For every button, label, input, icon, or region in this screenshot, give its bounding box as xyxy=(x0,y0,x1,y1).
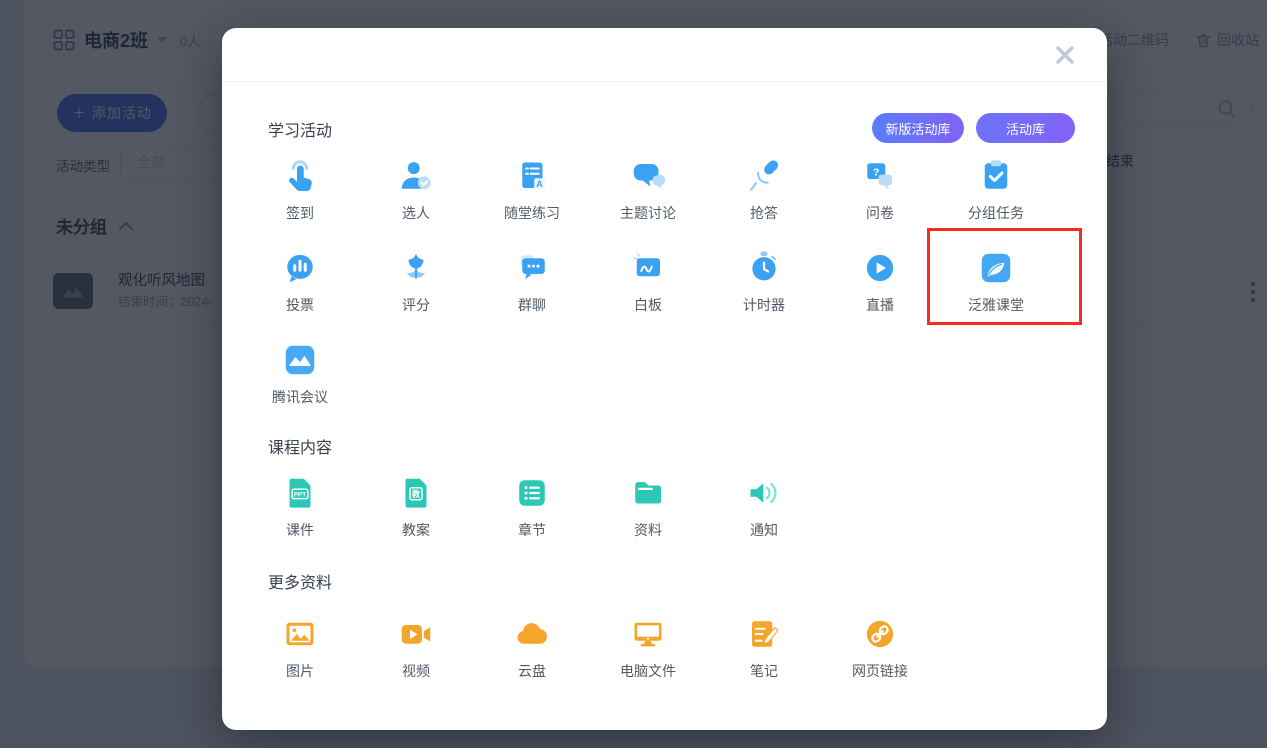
fanya-classroom-icon xyxy=(978,250,1014,286)
item-label: 泛雅课堂 xyxy=(968,295,1024,315)
item-label: 图片 xyxy=(286,661,314,681)
item-group-task[interactable]: 分组任务 xyxy=(938,158,1054,250)
item-label: 随堂练习 xyxy=(504,203,560,223)
item-label: 群聊 xyxy=(518,295,546,315)
whiteboard-icon xyxy=(630,250,666,286)
item-group-chat[interactable]: 群聊 xyxy=(474,250,590,342)
svg-text:?: ? xyxy=(873,166,879,178)
new-activity-library-button[interactable]: 新版活动库 xyxy=(872,113,964,143)
item-vote[interactable]: 投票 xyxy=(242,250,358,342)
item-label: 主题讨论 xyxy=(620,203,676,223)
notice-speaker-icon xyxy=(746,475,782,511)
microphone-icon xyxy=(746,158,782,194)
group-task-icon xyxy=(978,158,1014,194)
item-label: 通知 xyxy=(750,520,778,540)
item-courseware[interactable]: PPT 课件 xyxy=(242,475,358,567)
item-discussion[interactable]: 主题讨论 xyxy=(590,158,706,250)
image-icon xyxy=(282,616,318,652)
note-icon xyxy=(746,616,782,652)
exercise-icon: A xyxy=(514,158,550,194)
web-link-icon xyxy=(862,616,898,652)
item-survey[interactable]: ? 问卷 xyxy=(822,158,938,250)
item-label: 资料 xyxy=(634,520,662,540)
item-label: 直播 xyxy=(866,295,894,315)
item-pick-person[interactable]: 选人 xyxy=(358,158,474,250)
item-note[interactable]: 笔记 xyxy=(706,616,822,708)
tencent-meeting-icon xyxy=(282,342,318,378)
section-title-learning-activities: 学习活动 xyxy=(268,117,332,141)
item-label: 章节 xyxy=(518,520,546,540)
item-image[interactable]: 图片 xyxy=(242,616,358,708)
item-tencent-meeting[interactable]: 腾讯会议 xyxy=(242,342,358,434)
item-label: 课件 xyxy=(286,520,314,540)
svg-text:A: A xyxy=(536,179,543,189)
item-sign-in[interactable]: 签到 xyxy=(242,158,358,250)
modal-header xyxy=(222,28,1107,82)
item-label: 投票 xyxy=(286,295,314,315)
item-label: 问卷 xyxy=(866,203,894,223)
item-label: 教案 xyxy=(402,520,430,540)
item-quick-answer[interactable]: 抢答 xyxy=(706,158,822,250)
rating-flower-icon xyxy=(398,250,434,286)
video-camera-icon xyxy=(398,616,434,652)
svg-text:PPT: PPT xyxy=(294,492,306,499)
computer-monitor-icon xyxy=(630,616,666,652)
item-rating[interactable]: 评分 xyxy=(358,250,474,342)
item-label: 电脑文件 xyxy=(620,661,676,681)
courseware-ppt-icon: PPT xyxy=(282,475,318,511)
screen: 电商2班 0人 活动二维码 回收站 ＋ 添加活动 xyxy=(0,0,1267,748)
cloud-icon xyxy=(514,616,550,652)
item-label: 笔记 xyxy=(750,661,778,681)
item-video[interactable]: 视频 xyxy=(358,616,474,708)
item-web-link[interactable]: 网页链接 xyxy=(822,616,938,708)
item-label: 视频 xyxy=(402,661,430,681)
item-computer-file[interactable]: 电脑文件 xyxy=(590,616,706,708)
item-label: 计时器 xyxy=(743,295,785,315)
section-title-more-materials: 更多资料 xyxy=(268,569,332,593)
learning-activities-grid: 签到 选人 xyxy=(242,158,1054,434)
item-label: 选人 xyxy=(402,203,430,223)
item-cloud-disk[interactable]: 云盘 xyxy=(474,616,590,708)
item-label: 评分 xyxy=(402,295,430,315)
item-chapters[interactable]: 章节 xyxy=(474,475,590,567)
timer-icon xyxy=(746,250,782,286)
item-label: 白板 xyxy=(634,295,662,315)
item-lesson-plan[interactable]: 教 教案 xyxy=(358,475,474,567)
materials-folder-icon xyxy=(630,475,666,511)
item-whiteboard[interactable]: 白板 xyxy=(590,250,706,342)
vote-icon xyxy=(282,250,318,286)
discussion-icon xyxy=(630,158,666,194)
live-play-icon xyxy=(862,250,898,286)
item-label: 腾讯会议 xyxy=(272,387,328,407)
item-label: 签到 xyxy=(286,203,314,223)
item-live[interactable]: 直播 xyxy=(822,250,938,342)
item-label: 云盘 xyxy=(518,661,546,681)
chapters-list-icon xyxy=(514,475,550,511)
item-materials[interactable]: 资料 xyxy=(590,475,706,567)
add-activity-modal: 学习活动 新版活动库 活动库 签到 xyxy=(222,28,1107,730)
lesson-plan-icon: 教 xyxy=(398,475,434,511)
item-label: 分组任务 xyxy=(968,203,1024,223)
course-content-grid: PPT 课件 教 教案 xyxy=(242,475,822,567)
close-icon[interactable] xyxy=(1053,43,1077,67)
survey-icon: ? xyxy=(862,158,898,194)
item-exercise[interactable]: A 随堂练习 xyxy=(474,158,590,250)
item-notice[interactable]: 通知 xyxy=(706,475,822,567)
pick-person-icon xyxy=(398,158,434,194)
sign-in-icon xyxy=(282,158,318,194)
item-label: 抢答 xyxy=(750,203,778,223)
group-chat-icon xyxy=(514,250,550,286)
activity-library-button[interactable]: 活动库 xyxy=(976,113,1075,143)
section-title-course-content: 课程内容 xyxy=(268,434,332,458)
item-fanya-classroom[interactable]: 泛雅课堂 xyxy=(938,250,1054,342)
item-timer[interactable]: 计时器 xyxy=(706,250,822,342)
more-materials-grid: 图片 视频 云盘 xyxy=(242,616,938,708)
svg-text:教: 教 xyxy=(411,489,421,499)
item-label: 网页链接 xyxy=(852,661,908,681)
